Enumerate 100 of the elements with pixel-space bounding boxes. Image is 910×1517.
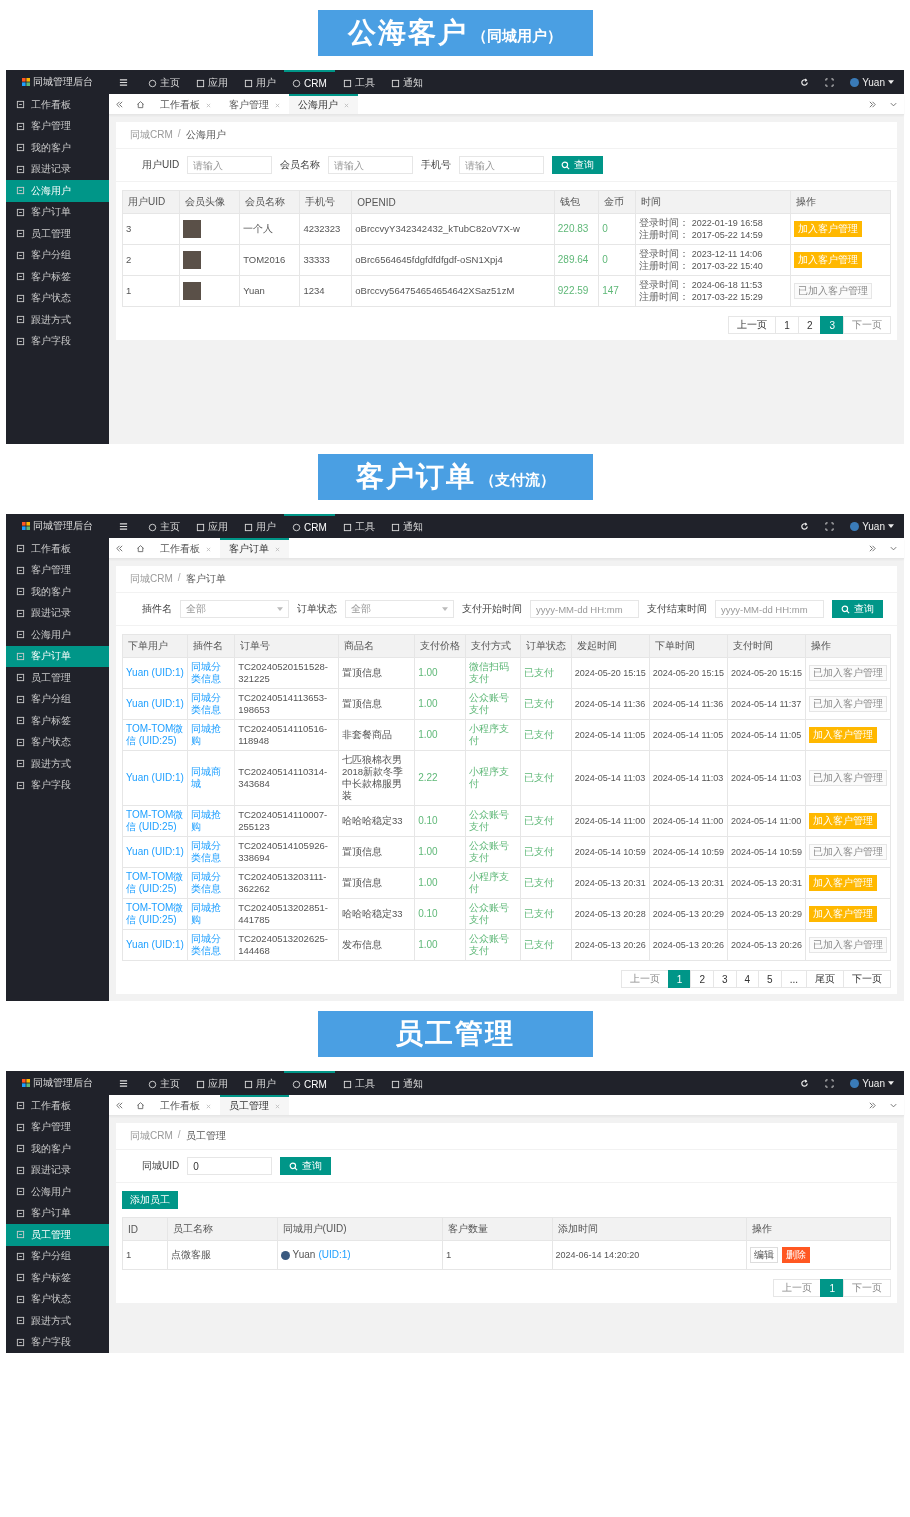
sidebar-item[interactable]: 跟进方式 bbox=[6, 1310, 109, 1332]
close-icon[interactable] bbox=[275, 102, 280, 108]
nav-item[interactable]: 用户 bbox=[236, 70, 284, 94]
sidebar-item[interactable]: 公海用户 bbox=[6, 1181, 109, 1203]
user-menu[interactable]: Yuan bbox=[850, 1077, 894, 1089]
page-button[interactable]: 4 bbox=[735, 970, 760, 988]
sidebar-item[interactable]: 客户标签 bbox=[6, 710, 109, 732]
sidebar-item[interactable]: 员工管理 bbox=[6, 223, 109, 245]
sidebar-item[interactable]: 工作看板 bbox=[6, 538, 109, 560]
user-menu[interactable]: Yuan bbox=[850, 520, 894, 532]
page-button[interactable]: 上一页 bbox=[728, 316, 777, 334]
sidebar-item[interactable]: 客户字段 bbox=[6, 1331, 109, 1353]
sidebar-item[interactable]: 客户字段 bbox=[6, 330, 109, 352]
edit-button[interactable]: 编辑 bbox=[750, 1247, 779, 1263]
sidebar-item[interactable]: 工作看板 bbox=[6, 1095, 109, 1117]
nav-item[interactable]: 工具 bbox=[334, 514, 383, 538]
nav-item[interactable]: 主页 bbox=[140, 1071, 188, 1095]
page-tab[interactable]: 公海用户 bbox=[289, 94, 358, 114]
sidebar-item[interactable]: 客户订单 bbox=[6, 645, 109, 667]
add-staff-button[interactable]: 添加员工 bbox=[122, 1191, 178, 1209]
sidebar-item[interactable]: 员工管理 bbox=[6, 1224, 109, 1246]
page-button[interactable]: 1 bbox=[667, 970, 692, 988]
page-button[interactable]: 尾页 bbox=[806, 970, 844, 988]
sidebar-item[interactable]: 公海用户 bbox=[6, 180, 109, 202]
menu-icon[interactable] bbox=[119, 77, 128, 87]
input-field[interactable]: yyyy-MM-dd HH:mm bbox=[530, 600, 639, 618]
page-tab[interactable]: 工作看板 bbox=[151, 538, 220, 558]
sidebar-item[interactable]: 客户管理 bbox=[6, 1116, 109, 1138]
input-field[interactable]: 0 bbox=[187, 1157, 273, 1175]
user-menu[interactable]: Yuan bbox=[850, 76, 894, 88]
sidebar-item[interactable]: 客户标签 bbox=[6, 1267, 109, 1289]
sidebar-item[interactable]: 客户标签 bbox=[6, 266, 109, 288]
close-icon[interactable] bbox=[206, 1103, 211, 1109]
page-button[interactable]: 1 bbox=[820, 1279, 844, 1297]
search-button[interactable]: 查询 bbox=[832, 600, 883, 618]
close-icon[interactable] bbox=[275, 1103, 280, 1109]
page-tab[interactable]: 客户管理 bbox=[220, 94, 289, 114]
search-button[interactable]: 查询 bbox=[552, 156, 604, 174]
sidebar-item[interactable]: 跟进记录 bbox=[6, 1159, 109, 1181]
page-button[interactable]: 2 bbox=[690, 970, 714, 988]
nav-item[interactable]: 通知 bbox=[382, 70, 431, 94]
nav-item[interactable]: 工具 bbox=[334, 70, 383, 94]
refresh-icon[interactable] bbox=[800, 77, 810, 87]
sidebar-item[interactable]: 客户管理 bbox=[6, 559, 109, 581]
page-button[interactable]: 1 bbox=[775, 316, 799, 334]
close-icon[interactable] bbox=[206, 546, 211, 552]
sidebar-item[interactable]: 客户管理 bbox=[6, 115, 109, 137]
nav-item[interactable]: 应用 bbox=[188, 70, 236, 94]
sidebar-item[interactable]: 跟进记录 bbox=[6, 602, 109, 624]
sidebar-item[interactable]: 客户订单 bbox=[6, 201, 109, 223]
sidebar-item[interactable]: 我的客户 bbox=[6, 1138, 109, 1160]
sidebar-item[interactable]: 跟进记录 bbox=[6, 158, 109, 180]
sidebar-item[interactable]: 客户分组 bbox=[6, 688, 109, 710]
nav-item[interactable]: 通知 bbox=[382, 514, 431, 538]
fullscreen-icon[interactable] bbox=[825, 521, 835, 531]
sidebar-item[interactable]: 客户字段 bbox=[6, 774, 109, 796]
nav-item[interactable]: 应用 bbox=[188, 1071, 236, 1095]
page-button[interactable]: 5 bbox=[758, 970, 782, 988]
refresh-icon[interactable] bbox=[800, 521, 810, 531]
sidebar-item[interactable]: 客户状态 bbox=[6, 731, 109, 753]
page-button[interactable]: 下一页 bbox=[843, 970, 891, 988]
sidebar-item[interactable]: 客户订单 bbox=[6, 1202, 109, 1224]
page-button[interactable]: 3 bbox=[820, 316, 844, 334]
search-button[interactable]: 查询 bbox=[280, 1157, 332, 1175]
sidebar-item[interactable]: 客户分组 bbox=[6, 1245, 109, 1267]
nav-item[interactable]: 用户 bbox=[236, 1071, 284, 1095]
page-tab[interactable]: 工作看板 bbox=[151, 94, 220, 114]
fullscreen-icon[interactable] bbox=[825, 1078, 835, 1088]
menu-icon[interactable] bbox=[119, 1078, 128, 1088]
sidebar-item[interactable]: 跟进方式 bbox=[6, 753, 109, 775]
fullscreen-icon[interactable] bbox=[825, 77, 835, 87]
sidebar-item[interactable]: 客户状态 bbox=[6, 1288, 109, 1310]
sidebar-item[interactable]: 公海用户 bbox=[6, 624, 109, 646]
sidebar-item[interactable]: 工作看板 bbox=[6, 94, 109, 116]
sidebar-item[interactable]: 客户分组 bbox=[6, 244, 109, 266]
sidebar-item[interactable]: 客户状态 bbox=[6, 287, 109, 309]
menu-icon[interactable] bbox=[119, 521, 128, 531]
nav-item[interactable]: 主页 bbox=[140, 70, 188, 94]
nav-item[interactable]: 工具 bbox=[334, 1071, 383, 1095]
nav-item[interactable]: 主页 bbox=[140, 514, 188, 538]
input-field[interactable]: 请输入 bbox=[459, 156, 545, 174]
nav-item[interactable]: 通知 bbox=[382, 1071, 431, 1095]
input-field[interactable]: 请输入 bbox=[328, 156, 414, 174]
page-tab[interactable]: 客户订单 bbox=[220, 538, 289, 558]
page-tab[interactable]: 员工管理 bbox=[220, 1095, 289, 1115]
sidebar-item[interactable]: 我的客户 bbox=[6, 581, 109, 603]
sidebar-item[interactable]: 跟进方式 bbox=[6, 309, 109, 331]
input-field[interactable]: yyyy-MM-dd HH:mm bbox=[715, 600, 824, 618]
nav-item[interactable]: 用户 bbox=[236, 514, 284, 538]
page-button[interactable]: 3 bbox=[712, 970, 737, 988]
refresh-icon[interactable] bbox=[800, 1078, 810, 1088]
nav-item[interactable]: 应用 bbox=[188, 514, 236, 538]
close-icon[interactable] bbox=[275, 546, 280, 552]
page-tab[interactable]: 工作看板 bbox=[151, 1095, 220, 1115]
sidebar-item[interactable]: 员工管理 bbox=[6, 667, 109, 689]
page-button[interactable]: 2 bbox=[797, 316, 822, 334]
close-icon[interactable] bbox=[206, 102, 211, 108]
input-field[interactable]: 请输入 bbox=[187, 156, 273, 174]
close-icon[interactable] bbox=[344, 102, 349, 108]
sidebar-item[interactable]: 我的客户 bbox=[6, 137, 109, 159]
